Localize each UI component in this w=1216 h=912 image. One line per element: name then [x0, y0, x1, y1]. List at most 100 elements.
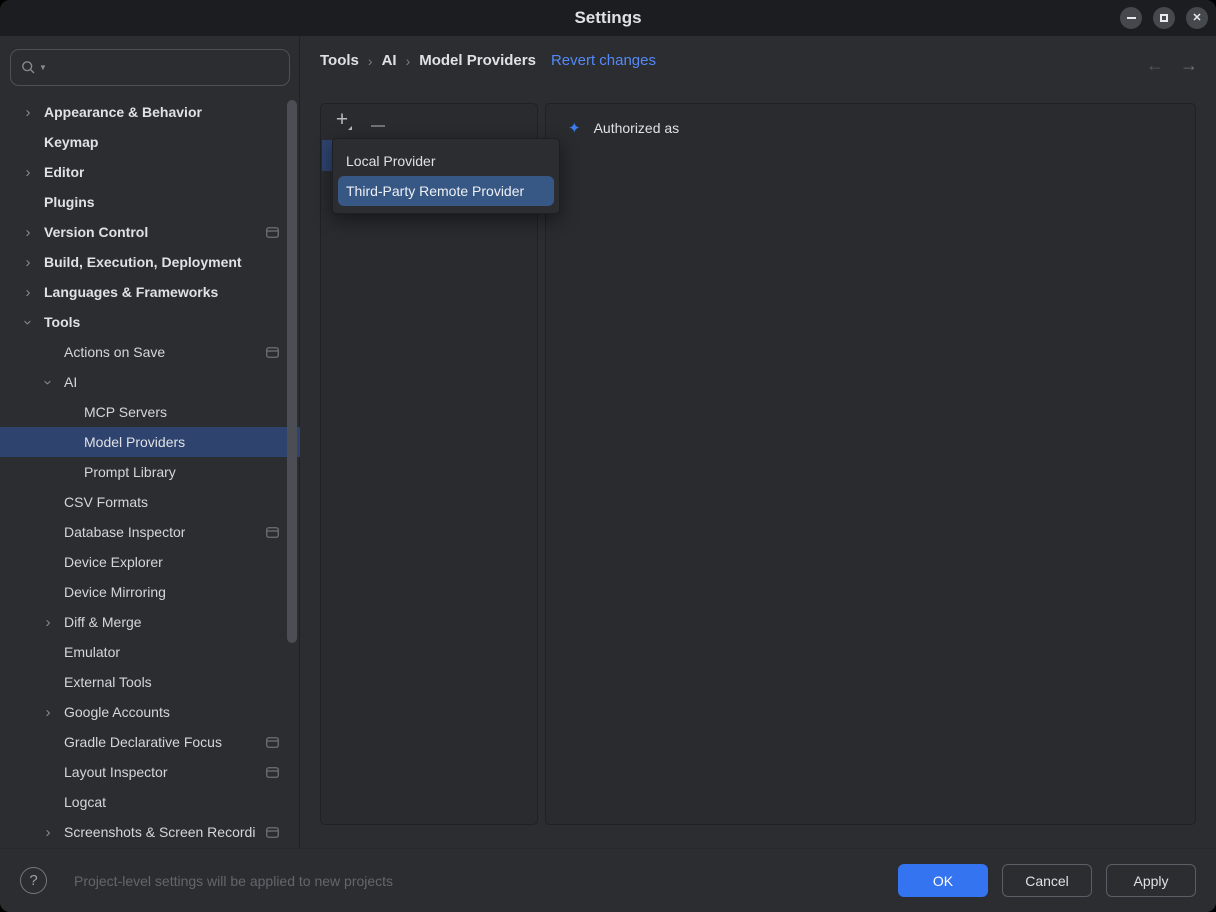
add-provider-popup: Local ProviderThird-Party Remote Provide… — [332, 138, 560, 214]
sidebar-item-label: Tools — [44, 314, 80, 330]
popup-item-local-provider[interactable]: Local Provider — [338, 146, 554, 176]
sidebar-item-ai[interactable]: › AI — [0, 367, 300, 397]
authorized-as-row: ✦ Authorized as — [568, 119, 679, 137]
sidebar-item-device-explorer[interactable]: Device Explorer — [0, 547, 300, 577]
minimize-button[interactable] — [1120, 7, 1142, 29]
sidebar-item-screenshots-screen-recordi[interactable]: › Screenshots & Screen Recordi — [0, 817, 300, 847]
breadcrumb-segment-model-providers[interactable]: Model Providers — [419, 52, 536, 69]
sidebar-item-layout-inspector[interactable]: Layout Inspector — [0, 757, 300, 787]
project-setting-icon — [266, 767, 279, 778]
settings-sidebar: ▼ › Appearance & Behavior Keymap ›Editor Plu… — [0, 36, 300, 848]
project-setting-icon — [266, 737, 279, 748]
sidebar-item-csv-formats[interactable]: CSV Formats — [0, 487, 300, 517]
search-filter-caret-icon[interactable]: ▼ — [39, 63, 47, 72]
forward-arrow-icon[interactable]: → — [1180, 55, 1198, 76]
footer-bar: ? Project-level settings will be applied… — [0, 848, 1216, 912]
project-setting-icon — [266, 347, 279, 358]
sidebar-item-languages-frameworks[interactable]: ›Languages & Frameworks — [0, 277, 300, 307]
search-icon — [21, 60, 36, 75]
sidebar-item-actions-on-save[interactable]: Actions on Save — [0, 337, 300, 367]
chevron-right-icon[interactable]: › — [18, 224, 38, 241]
chevron-right-icon[interactable]: › — [38, 704, 58, 721]
sidebar-item-label: AI — [64, 374, 77, 390]
plus-dropdown-caret-icon — [348, 126, 352, 130]
sidebar-item-label: Model Providers — [84, 434, 185, 450]
chevron-right-icon[interactable]: › — [18, 254, 38, 271]
sidebar-item-label: Prompt Library — [84, 464, 176, 480]
project-setting-icon — [266, 227, 279, 238]
back-arrow-icon[interactable]: ← — [1146, 55, 1164, 76]
sidebar-item-database-inspector[interactable]: Database Inspector — [0, 517, 300, 547]
breadcrumb-segment-ai[interactable]: AI — [382, 52, 397, 69]
close-button[interactable]: ✕ — [1186, 7, 1208, 29]
breadcrumb-segment-tools[interactable]: Tools — [320, 52, 359, 69]
sidebar-item-prompt-library[interactable]: Prompt Library — [0, 457, 300, 487]
project-setting-icon — [266, 527, 279, 538]
sidebar-item-model-providers[interactable]: Model Providers — [0, 427, 300, 457]
sidebar-item-label: Device Mirroring — [64, 584, 166, 600]
revert-changes-link[interactable]: Revert changes — [551, 52, 656, 69]
minimize-icon — [1127, 17, 1136, 19]
sidebar-item-label: Actions on Save — [64, 344, 165, 360]
sidebar-item-google-accounts[interactable]: › Google Accounts — [0, 697, 300, 727]
sidebar-item-keymap[interactable]: Keymap — [0, 127, 300, 157]
sidebar-item-mcp-servers[interactable]: MCP Servers — [0, 397, 300, 427]
sidebar-item-emulator[interactable]: Emulator — [0, 637, 300, 667]
sidebar-item-build-execution-deployment[interactable]: › Build, Execution, Deployment — [0, 247, 300, 277]
sidebar-item-label: CSV Formats — [64, 494, 148, 510]
ok-button[interactable]: OK — [898, 864, 988, 897]
popup-item-third-party-remote-provider[interactable]: Third-Party Remote Provider — [338, 176, 554, 206]
sidebar-item-label: Appearance & Behavior — [44, 104, 202, 120]
close-icon: ✕ — [1192, 13, 1201, 24]
sidebar-item-label: Screenshots & Screen Recordi — [64, 824, 255, 840]
chevron-right-icon[interactable]: › — [18, 164, 38, 181]
add-provider-button[interactable]: + — [331, 108, 353, 132]
search-box[interactable]: ▼ — [10, 49, 290, 86]
sidebar-item-version-control[interactable]: ›Version Control — [0, 217, 300, 247]
search-input[interactable] — [49, 50, 289, 85]
sidebar-item-label: Layout Inspector — [64, 764, 168, 780]
chevron-right-icon[interactable]: › — [18, 284, 38, 301]
cancel-button[interactable]: Cancel — [1002, 864, 1092, 897]
remove-provider-button[interactable] — [367, 108, 389, 132]
apply-button[interactable]: Apply — [1106, 864, 1196, 897]
settings-dialog: Settings ✕ ▼ › Appearance & Behavior Keyma… — [0, 0, 1216, 912]
sidebar-item-diff-merge[interactable]: ›Diff & Merge — [0, 607, 300, 637]
provider-detail-panel: ✦ Authorized as — [545, 103, 1196, 825]
breadcrumb-separator: › — [368, 53, 373, 69]
sidebar-item-label: External Tools — [64, 674, 152, 690]
sidebar-item-label: Build, Execution, Deployment — [44, 254, 242, 270]
providers-toolbar: + — [331, 108, 389, 132]
sidebar-item-label: Database Inspector — [64, 524, 185, 540]
sidebar-scrollbar-thumb[interactable] — [287, 100, 297, 643]
sidebar-item-label: Plugins — [44, 194, 95, 210]
sidebar-item-plugins[interactable]: Plugins — [0, 187, 300, 217]
title-bar: Settings ✕ — [0, 0, 1216, 36]
sidebar-item-label: Emulator — [64, 644, 120, 660]
sidebar-item-label: MCP Servers — [84, 404, 167, 420]
chevron-right-icon[interactable]: › — [18, 104, 38, 121]
chevron-down-icon[interactable]: › — [20, 312, 37, 332]
chevron-right-icon[interactable]: › — [38, 614, 58, 631]
sidebar-item-label: Device Explorer — [64, 554, 163, 570]
help-button[interactable]: ? — [20, 867, 47, 894]
sidebar-item-appearance-behavior[interactable]: › Appearance & Behavior — [0, 97, 300, 127]
sidebar-item-external-tools[interactable]: External Tools — [0, 667, 300, 697]
sidebar-item-editor[interactable]: ›Editor — [0, 157, 300, 187]
maximize-button[interactable] — [1153, 7, 1175, 29]
footer-buttons: OK Cancel Apply — [898, 864, 1196, 897]
sidebar-item-gradle-declarative-focus[interactable]: Gradle Declarative Focus — [0, 727, 300, 757]
sidebar-item-label: Keymap — [44, 134, 98, 150]
sidebar-item-label: Google Accounts — [64, 704, 170, 720]
sidebar-item-label: Logcat — [64, 794, 106, 810]
chevron-right-icon[interactable]: › — [38, 824, 58, 841]
chevron-down-icon[interactable]: › — [40, 372, 57, 392]
settings-tree: › Appearance & Behavior Keymap ›Editor Plugi… — [0, 97, 300, 847]
sidebar-item-tools[interactable]: › Tools — [0, 307, 300, 337]
window-title: Settings — [574, 8, 641, 28]
sidebar-item-device-mirroring[interactable]: Device Mirroring — [0, 577, 300, 607]
minus-icon — [371, 125, 385, 127]
sidebar-item-logcat[interactable]: Logcat — [0, 787, 300, 817]
breadcrumb-separator: › — [406, 53, 411, 69]
sparkle-icon: ✦ — [568, 119, 581, 137]
